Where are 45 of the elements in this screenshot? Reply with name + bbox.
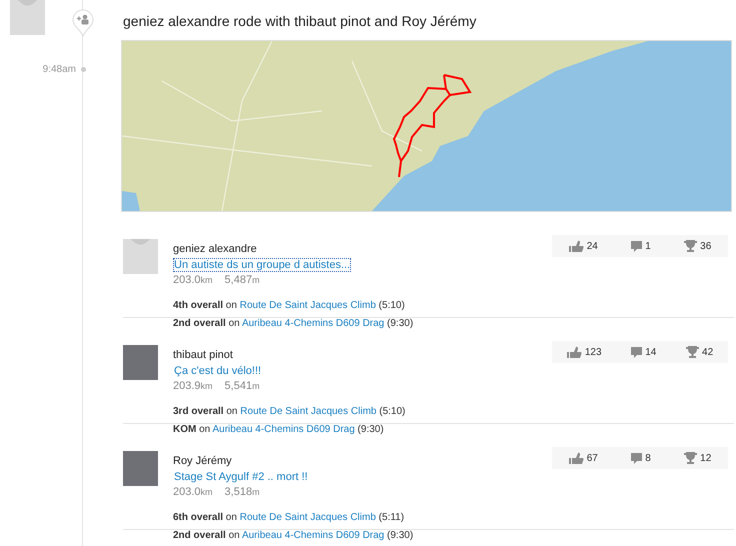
effort-line: 2nd overall on Auribeau 4-Chemins D609 Drag (9:30) <box>173 529 414 543</box>
trophy-icon <box>686 346 700 358</box>
segment-link[interactable]: Auribeau 4-Chemins D609 Drag <box>242 318 384 329</box>
achievement-count[interactable]: 42 <box>702 346 714 358</box>
comment-count[interactable]: 14 <box>645 346 656 358</box>
thumbs-up-icon <box>568 240 584 252</box>
elevation-text: 5,487m <box>224 273 260 287</box>
effort-line: 3rd overall on Route De Saint Jacques Climb (5:10) <box>173 405 406 419</box>
athlete-name: thibaut pinot <box>173 349 234 362</box>
activity-link[interactable]: Un autiste ds un groupe d autistes... <box>173 258 352 272</box>
trophy-icon <box>684 452 698 464</box>
comment-icon <box>631 240 642 252</box>
athlete-name: Roy Jérémy <box>173 455 233 468</box>
segment-link[interactable]: Route De Saint Jacques Climb <box>240 300 376 311</box>
achievement-count[interactable]: 36 <box>700 240 712 252</box>
comment-count[interactable]: 1 <box>645 240 651 252</box>
segment-link[interactable]: Route De Saint Jacques Climb <box>240 406 376 417</box>
athlete-name: geniez alexandre <box>173 243 258 256</box>
distance-text: 203.0km <box>173 485 213 499</box>
kudos-count[interactable]: 67 <box>586 452 598 464</box>
comment-icon <box>631 452 642 464</box>
effort-line: 4th overall on Route De Saint Jacques Climb (5:10) <box>173 299 406 313</box>
comment-icon <box>631 346 642 358</box>
kudos-count[interactable]: 24 <box>586 240 598 252</box>
effort-line: 2nd overall on Auribeau 4-Chemins D609 Drag (9:30) <box>173 317 414 331</box>
timestamp: 9:48am <box>42 64 76 75</box>
effort-line: 6th overall on Route De Saint Jacques Climb (5:11) <box>173 511 406 525</box>
activity-link[interactable]: Stage St Aygulf #2 .. mort !! <box>173 470 309 484</box>
elevation-text: 3,518m <box>224 485 260 499</box>
comment-count[interactable]: 8 <box>645 452 651 464</box>
segment-link[interactable]: Route De Saint Jacques Climb <box>240 512 376 523</box>
add-person-icon <box>72 9 94 37</box>
trophy-icon <box>684 240 698 252</box>
activity-link[interactable]: Ça c'est du vélo!!! <box>173 364 262 378</box>
thumbs-up-icon <box>568 452 584 464</box>
distance-text: 203.9km <box>173 379 213 393</box>
effort-line: KOM on Auribeau 4-Chemins D609 Drag (9:30) <box>173 423 385 437</box>
elevation-text: 5,541m <box>224 379 260 393</box>
achievement-count[interactable]: 12 <box>700 452 712 464</box>
feed-title: geniez alexandre rode with thibaut pinot and Roy Jérémy <box>123 13 478 31</box>
kudos-count[interactable]: 123 <box>584 346 602 358</box>
distance-text: 203.0km <box>173 273 213 287</box>
segment-link[interactable]: Auribeau 4-Chemins D609 Drag <box>212 424 355 435</box>
segment-link[interactable]: Auribeau 4-Chemins D609 Drag <box>242 530 384 541</box>
thumbs-up-icon <box>566 346 582 358</box>
